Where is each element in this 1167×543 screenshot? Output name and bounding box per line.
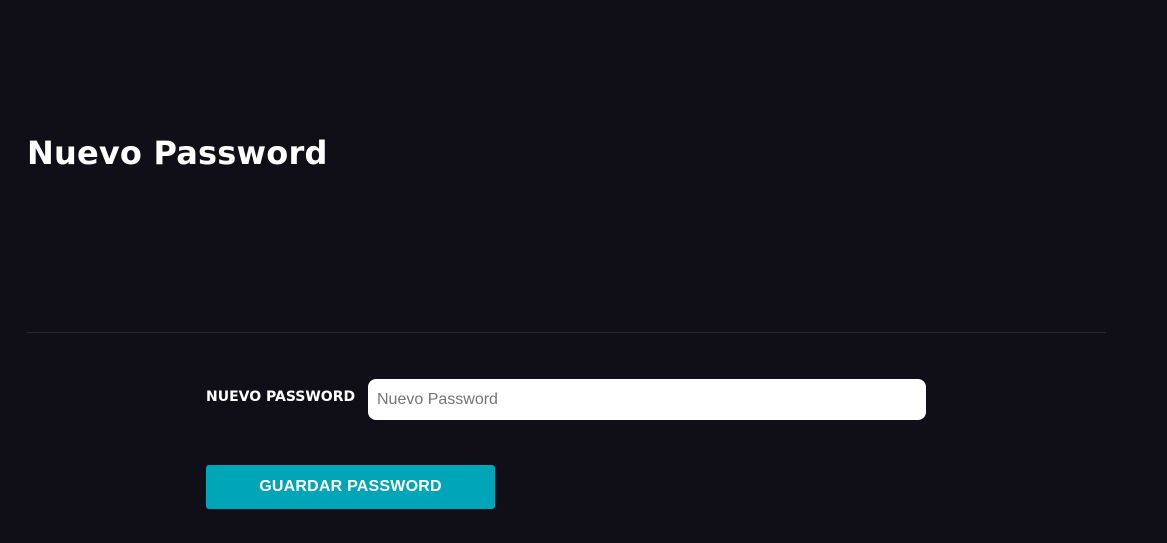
page-title: Nuevo Password [27, 134, 328, 172]
divider [27, 332, 1106, 333]
password-input[interactable] [368, 379, 926, 420]
password-label: NUEVO PASSWORD [206, 389, 356, 405]
new-password-page: Nuevo Password NUEVO PASSWORD GUARDAR PA… [0, 0, 1167, 543]
save-password-button[interactable]: GUARDAR PASSWORD [206, 465, 495, 509]
